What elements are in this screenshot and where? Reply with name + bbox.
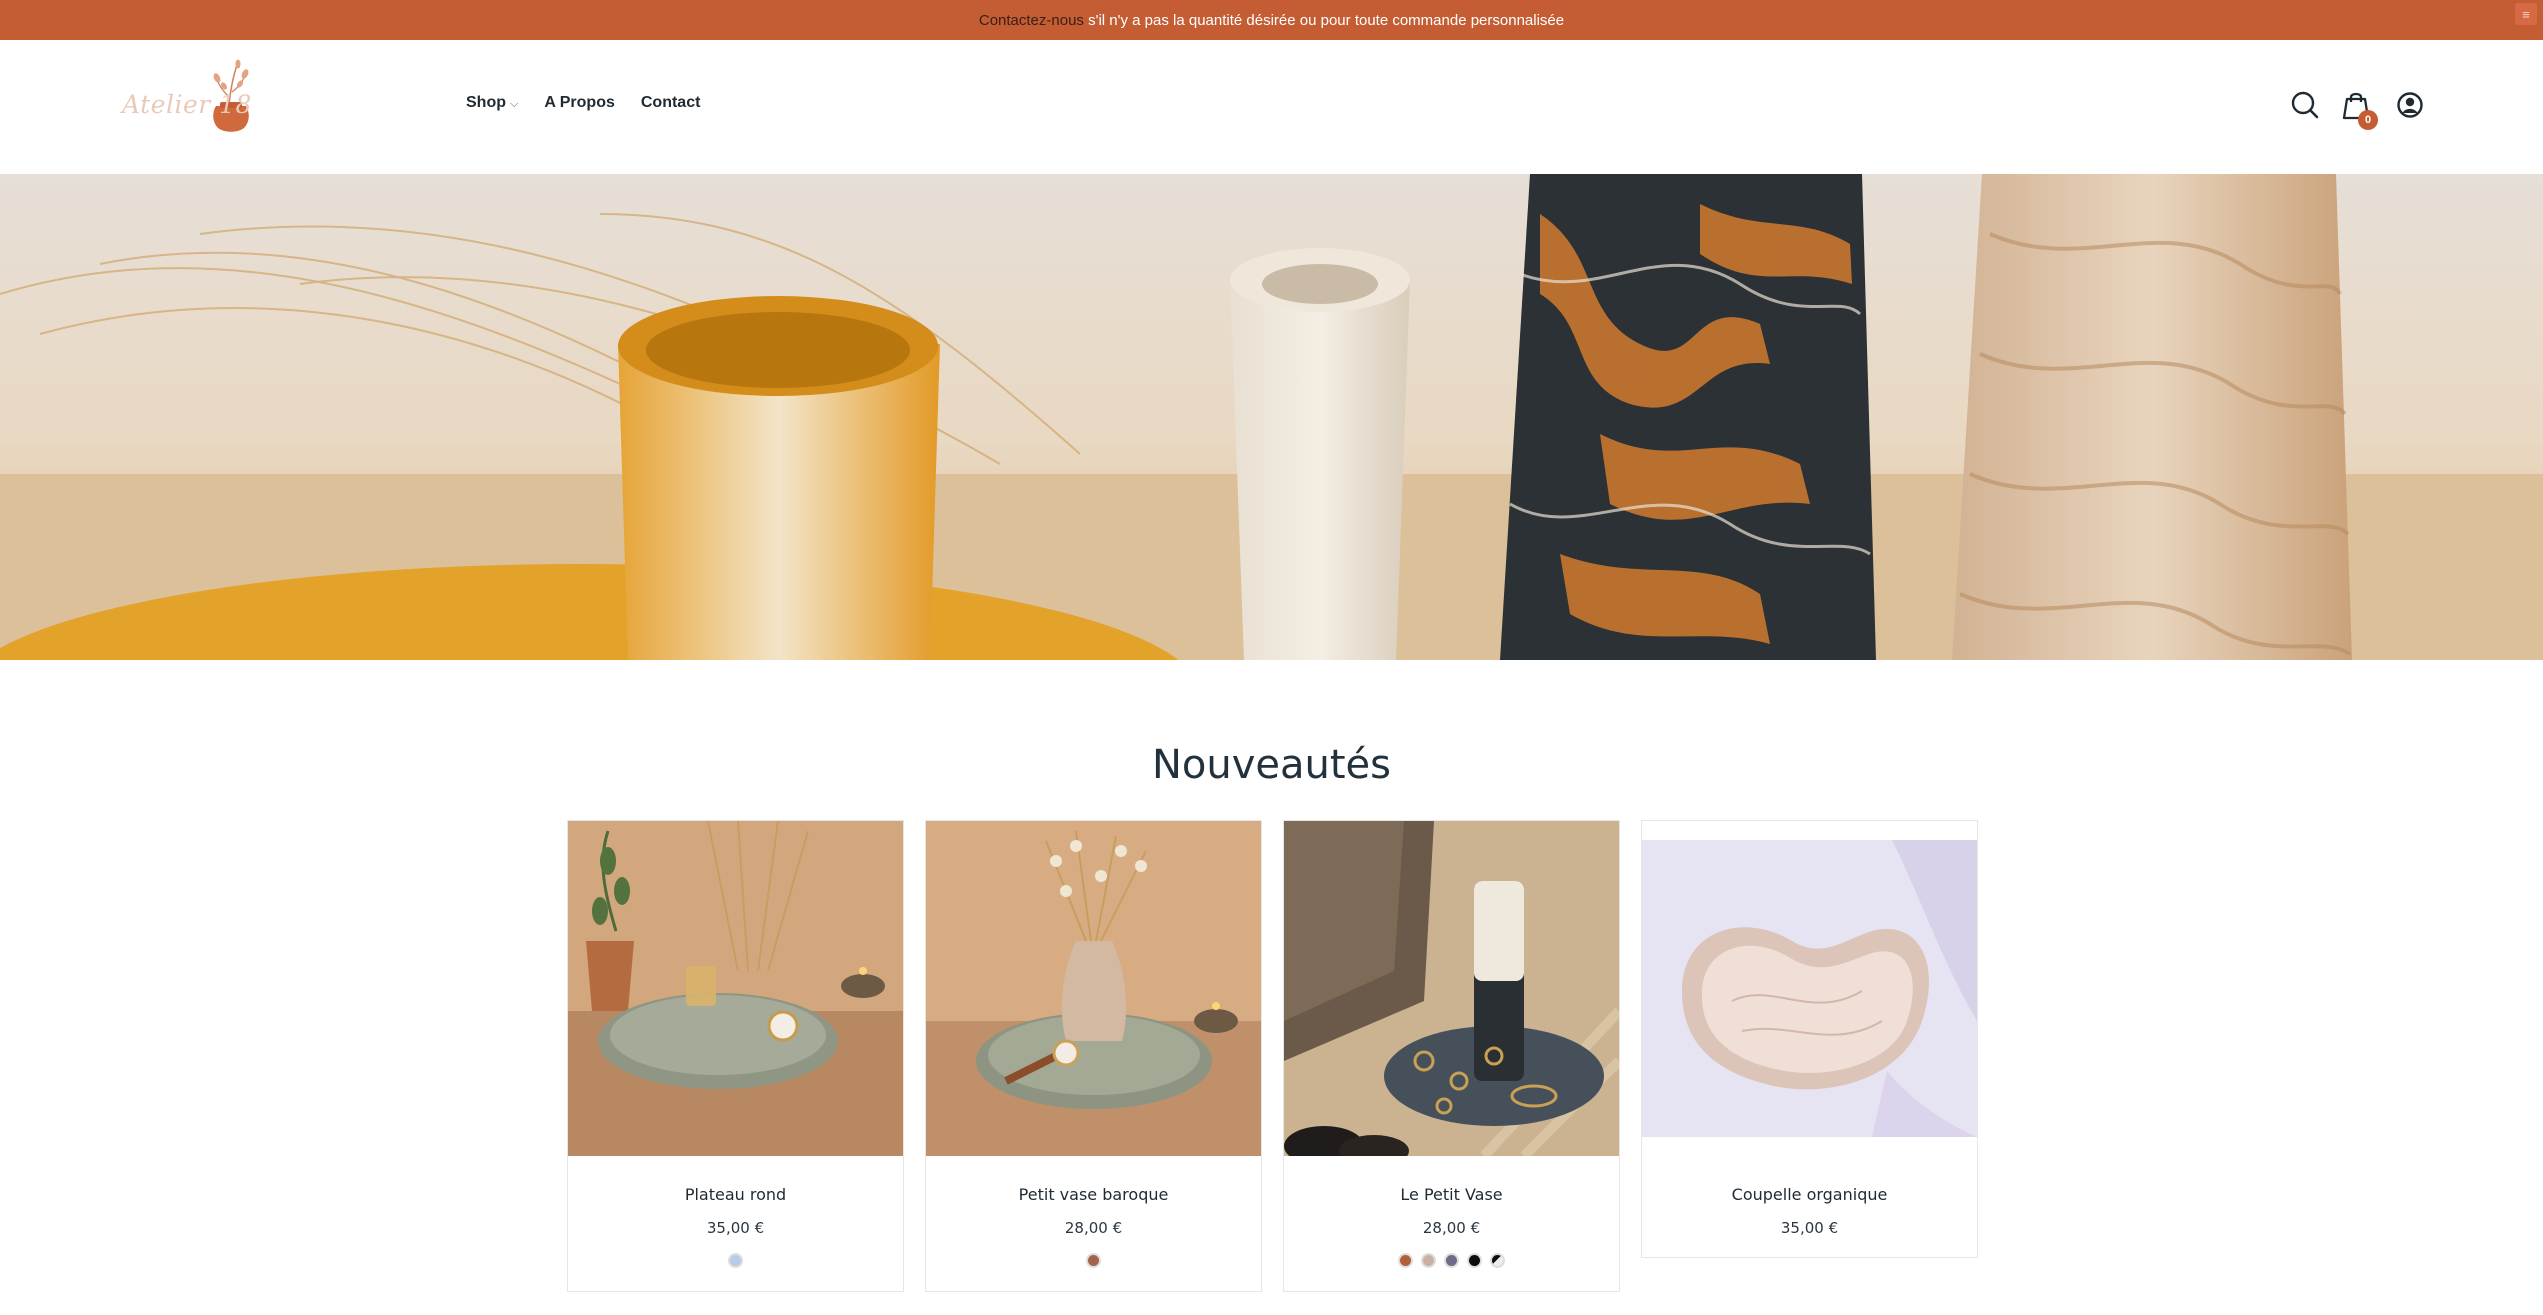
product-name[interactable]: Le Petit Vase xyxy=(1284,1185,1619,1204)
section-title: Nouveautés xyxy=(1151,742,1392,788)
product-name[interactable]: Petit vase baroque xyxy=(926,1185,1261,1204)
color-swatch[interactable] xyxy=(1086,1253,1101,1268)
product-card-petit-vase-baroque[interactable]: Petit vase baroque 28,00 € xyxy=(925,820,1262,1292)
color-swatches xyxy=(926,1253,1261,1269)
product-price: 35,00 € xyxy=(1780,1219,1839,1237)
product-price: 35,00 € xyxy=(706,1219,765,1237)
color-swatch[interactable] xyxy=(1467,1253,1482,1268)
color-swatch[interactable] xyxy=(728,1253,743,1268)
product-image[interactable] xyxy=(1642,821,1977,1156)
announcement-bar: Contactez-nous s'il n'y a pas la quantit… xyxy=(0,0,2543,40)
color-swatches xyxy=(568,1253,903,1269)
contact-link[interactable]: Contactez-nous xyxy=(979,12,1084,29)
small-vase-product-image xyxy=(1284,821,1619,1156)
nav-contact-label: Contact xyxy=(640,94,701,111)
baroque-vase-product-image xyxy=(926,821,1261,1156)
nav-shop[interactable]: Shop ⌵ xyxy=(466,94,518,112)
product-name[interactable]: Coupelle organique xyxy=(1642,1185,1977,1204)
main-nav: Shop ⌵ A Propos Contact xyxy=(466,94,700,112)
organic-dish-product-image xyxy=(1642,821,1977,1156)
product-price: 28,00 € xyxy=(1064,1219,1123,1237)
nav-a-propos-label: A Propos xyxy=(544,94,615,111)
color-swatches xyxy=(1284,1253,1619,1269)
product-card-coupelle-organique[interactable]: Coupelle organique 35,00 € xyxy=(1641,820,1978,1258)
cart-count-badge: 0 xyxy=(2358,110,2378,130)
product-image[interactable] xyxy=(568,821,903,1156)
chevron-down-icon: ⌵ xyxy=(510,97,519,110)
announcement-text: s'il n'y a pas la quantité désirée ou po… xyxy=(1083,11,1565,29)
tray-product-image xyxy=(568,821,903,1156)
account-icon[interactable] xyxy=(2393,88,2427,122)
product-card-plateau-rond[interactable]: Plateau rond 35,00 € xyxy=(567,820,904,1292)
product-card-le-petit-vase[interactable]: Le Petit Vase 28,00 € xyxy=(1283,820,1620,1292)
hamburger-icon[interactable]: ≡ xyxy=(2515,3,2537,25)
hero-banner-image xyxy=(0,174,2543,660)
site-header: Atelier 18 Shop ⌵ A Propos Contact 0 xyxy=(0,40,2543,174)
product-image[interactable] xyxy=(1284,821,1619,1156)
color-swatch[interactable] xyxy=(1421,1253,1436,1268)
nav-shop-label: Shop xyxy=(466,94,506,111)
product-price: 28,00 € xyxy=(1422,1219,1481,1237)
search-icon[interactable] xyxy=(2288,88,2322,122)
nav-contact[interactable]: Contact xyxy=(641,94,701,112)
color-swatch[interactable] xyxy=(1444,1253,1459,1268)
logo-text: Atelier 18 xyxy=(122,90,252,119)
product-image[interactable] xyxy=(926,821,1261,1156)
nav-a-propos[interactable]: A Propos xyxy=(544,94,615,112)
product-name[interactable]: Plateau rond xyxy=(568,1185,903,1204)
ceramics-hero-illustration xyxy=(0,174,2543,660)
color-swatch[interactable] xyxy=(1490,1253,1505,1268)
color-swatch[interactable] xyxy=(1398,1253,1413,1268)
